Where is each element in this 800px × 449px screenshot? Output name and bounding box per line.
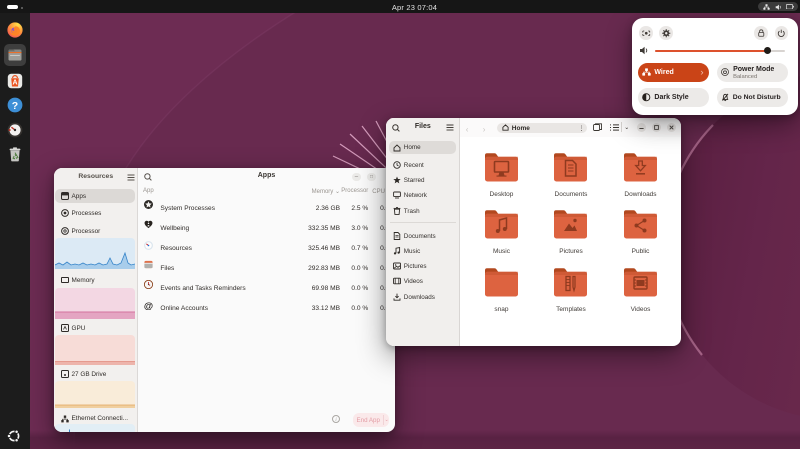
svg-text:?: ? <box>12 100 18 112</box>
svg-text:A: A <box>12 80 17 87</box>
svg-text:@: @ <box>144 301 153 310</box>
